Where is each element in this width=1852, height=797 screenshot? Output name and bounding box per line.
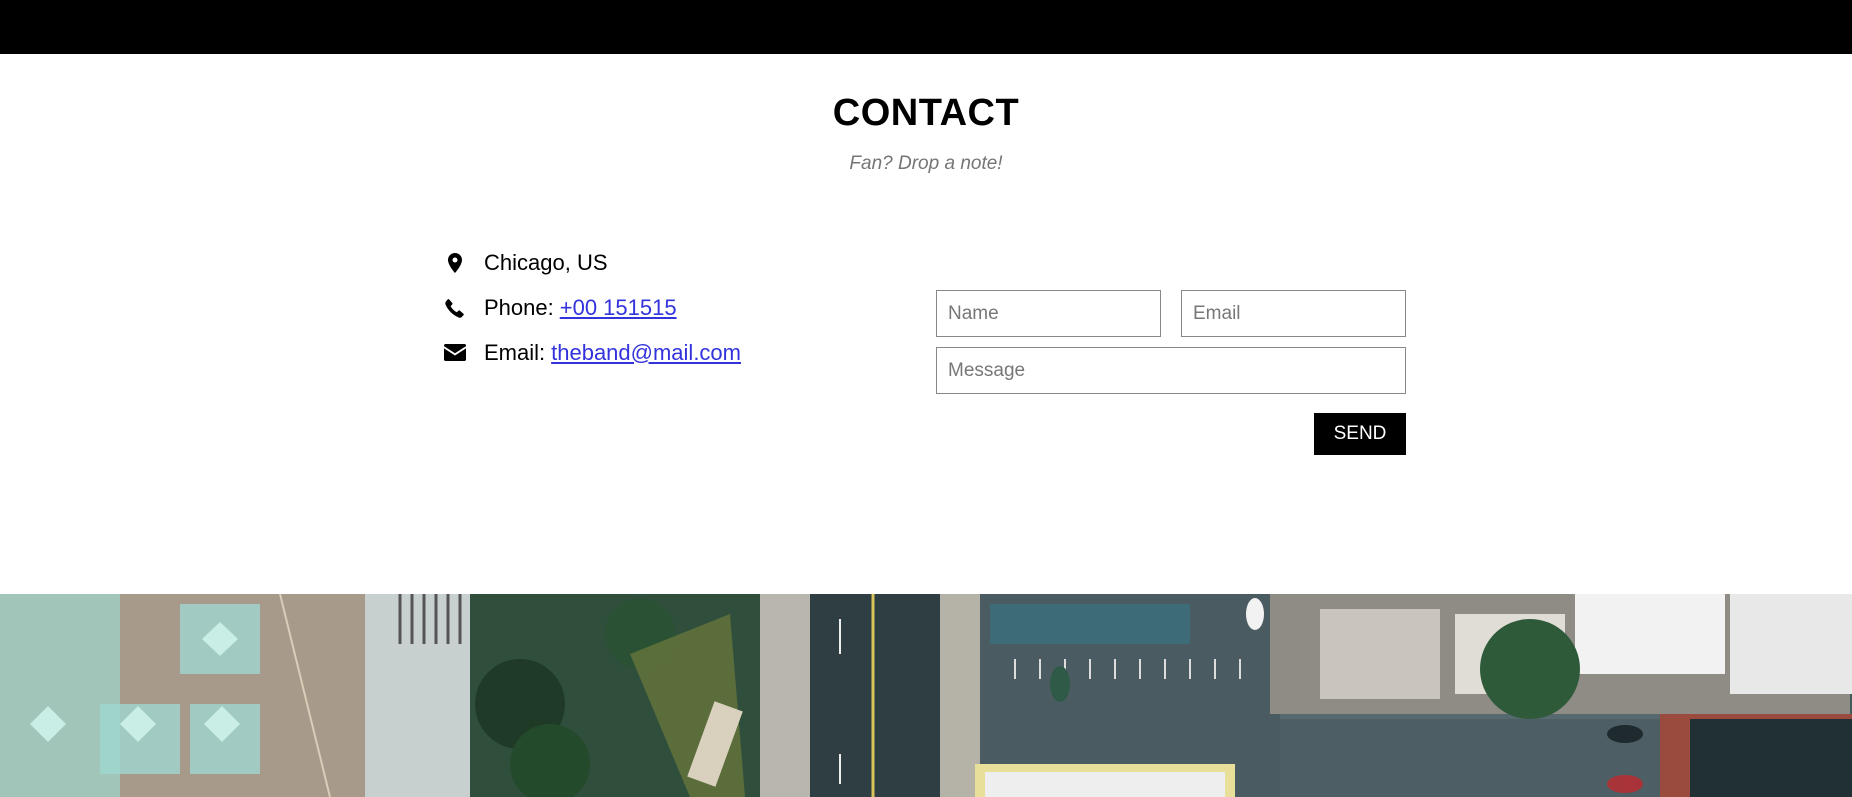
location-text: Chicago, US <box>484 249 608 275</box>
send-button[interactable]: SEND <box>1314 413 1406 455</box>
location-row: Chicago, US <box>442 240 882 285</box>
email-label: Email: <box>484 339 546 365</box>
email-link[interactable]: theband@mail.com <box>551 340 741 366</box>
contact-info: Chicago, US Phone: +00 151515 Email: the… <box>442 240 882 375</box>
top-navigation-bar <box>0 0 1852 54</box>
message-input[interactable] <box>936 347 1406 394</box>
email-input[interactable] <box>1181 290 1406 337</box>
phone-row: Phone: +00 151515 <box>442 285 882 330</box>
city-aerial-image <box>0 594 1852 797</box>
phone-label: Phone: <box>484 294 554 320</box>
contact-section <box>0 54 1852 594</box>
phone-link[interactable]: +00 151515 <box>560 295 677 321</box>
map-marker-icon <box>442 250 468 276</box>
phone-icon <box>442 295 468 321</box>
contact-title: CONTACT <box>832 92 1020 134</box>
contact-subtitle: Fan? Drop a note! <box>849 153 1003 174</box>
envelope-icon <box>442 340 468 366</box>
name-input[interactable] <box>936 290 1161 337</box>
email-row: Email: theband@mail.com <box>442 330 882 375</box>
